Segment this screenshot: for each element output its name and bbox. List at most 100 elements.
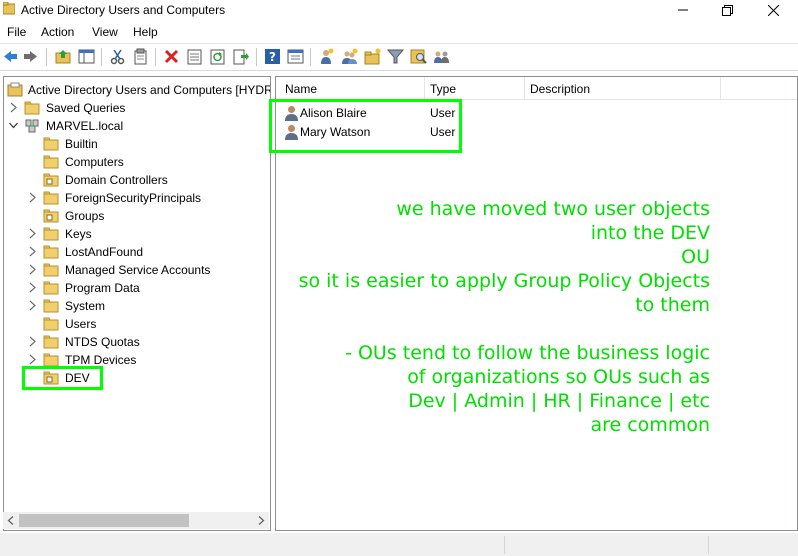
annotation-line: Dev | Admin | HR | Finance | etc [408, 390, 710, 412]
annotation-line: into the DEV [590, 222, 710, 244]
tree-item-foreignsecurityprincipals[interactable]: ForeignSecurityPrincipals [4, 189, 270, 207]
tree-label: LostAndFound [65, 245, 144, 259]
tree-item-domain-controllers[interactable]: Domain Controllers [4, 171, 270, 189]
folder-icon [24, 101, 40, 115]
tree-item-domain[interactable]: MARVEL.local [4, 117, 270, 135]
add-ou-icon[interactable] [364, 48, 381, 65]
users-highlight [269, 99, 462, 153]
column-header-type[interactable]: Type [430, 82, 456, 96]
delete-icon[interactable] [163, 48, 180, 65]
folder-icon [43, 137, 59, 151]
title-bar: Active Directory Users and Computers [0, 0, 798, 20]
tree-label: Keys [65, 227, 92, 241]
domain-icon [25, 119, 39, 133]
menu-bar: File Action View Help [0, 22, 798, 42]
folder-icon [43, 335, 59, 349]
tree-root-label: Active Directory Users and Computers [HY… [28, 83, 271, 97]
annotation-line: OU [681, 246, 710, 268]
chevron-right-icon[interactable] [28, 228, 37, 239]
ou-folder-icon [43, 173, 59, 187]
annotation-line: so it is easier to apply Group Policy Ob… [298, 270, 710, 292]
chevron-right-icon[interactable] [28, 336, 37, 347]
chevron-right-icon[interactable] [28, 264, 37, 275]
folder-icon [43, 299, 59, 313]
tree-item-computers[interactable]: Computers [4, 153, 270, 171]
tree-label: Computers [65, 155, 124, 169]
chevron-right-icon[interactable] [28, 354, 37, 365]
annotation-line: we have moved two user objects [396, 198, 710, 220]
restore-icon [721, 4, 733, 16]
tree-label: ForeignSecurityPrincipals [65, 191, 202, 205]
tree-horizontal-scrollbar[interactable] [3, 512, 269, 529]
scroll-left-icon[interactable] [7, 516, 15, 525]
tree-label: Program Data [65, 281, 140, 295]
svg-text:?: ? [269, 50, 276, 64]
up-folder-icon[interactable] [55, 48, 72, 65]
show-hide-console-tree-icon[interactable] [78, 48, 95, 65]
chevron-down-icon[interactable] [9, 120, 18, 131]
scroll-right-icon[interactable] [257, 516, 265, 525]
menu-help[interactable]: Help [133, 25, 158, 39]
delegate-icon[interactable] [433, 48, 450, 65]
filter-icon[interactable] [387, 48, 404, 65]
tree-item-system[interactable]: System [4, 297, 270, 315]
tree-label: Domain Controllers [65, 173, 168, 187]
tree-item-root[interactable]: Active Directory Users and Computers [HY… [4, 81, 270, 99]
tree-item-keys[interactable]: Keys [4, 225, 270, 243]
help-icon[interactable]: ? [264, 48, 281, 65]
refresh-icon[interactable] [209, 48, 226, 65]
column-header-name[interactable]: Name [285, 82, 317, 96]
scrollbar-thumb[interactable] [19, 514, 189, 527]
add-user-icon[interactable] [318, 48, 335, 65]
list-header: Name Type Description [276, 77, 797, 100]
chevron-right-icon[interactable] [28, 192, 37, 203]
dev-ou-highlight [22, 366, 103, 390]
console-tree[interactable]: Active Directory Users and Computers [HY… [3, 76, 271, 531]
export-list-icon[interactable] [232, 48, 249, 65]
close-icon [767, 4, 779, 16]
ou-folder-icon [43, 209, 59, 223]
aduc-icon [7, 82, 23, 97]
minimize-button[interactable] [660, 0, 706, 20]
annotation-line: to them [635, 294, 710, 316]
tree-label: Saved Queries [46, 101, 126, 115]
tree-item-saved-queries[interactable]: Saved Queries [4, 99, 270, 117]
column-header-description[interactable]: Description [530, 82, 590, 96]
folder-icon [43, 353, 59, 367]
tree-item-program-data[interactable]: Program Data [4, 279, 270, 297]
chevron-right-icon[interactable] [9, 102, 18, 113]
tree-label: Groups [65, 209, 105, 223]
tree-item-managed-service-accounts[interactable]: Managed Service Accounts [4, 261, 270, 279]
tree-item-groups[interactable]: Groups [4, 207, 270, 225]
folder-icon [43, 281, 59, 295]
folder-app-icon [3, 2, 15, 15]
properties-icon[interactable] [186, 48, 203, 65]
view-icon[interactable] [287, 48, 304, 65]
chevron-right-icon[interactable] [28, 282, 37, 293]
annotation-line: are common [590, 414, 710, 436]
tree-item-ntds-quotas[interactable]: NTDS Quotas [4, 333, 270, 351]
tree-label: Managed Service Accounts [65, 263, 211, 277]
tree-item-builtin[interactable]: Builtin [4, 135, 270, 153]
menu-action[interactable]: Action [41, 25, 74, 39]
annotation-line: - OUs tend to follow the business logic [345, 342, 710, 364]
menu-file[interactable]: File [7, 25, 26, 39]
menu-view[interactable]: View [92, 25, 118, 39]
copy-icon[interactable] [132, 48, 149, 65]
maximize-button[interactable] [704, 0, 750, 20]
cut-icon[interactable] [109, 48, 126, 65]
add-group-icon[interactable] [341, 48, 358, 65]
tree-item-lostandfound[interactable]: LostAndFound [4, 243, 270, 261]
tree-item-users[interactable]: Users [4, 315, 270, 333]
folder-icon [43, 191, 59, 205]
find-icon[interactable] [410, 48, 427, 65]
forward-icon[interactable] [22, 48, 39, 65]
folder-icon [43, 263, 59, 277]
close-button[interactable] [750, 0, 796, 20]
back-icon[interactable] [2, 48, 19, 65]
chevron-right-icon[interactable] [28, 300, 37, 311]
tree-label: MARVEL.local [46, 119, 124, 133]
window-title: Active Directory Users and Computers [21, 3, 226, 17]
folder-icon [43, 155, 59, 169]
chevron-right-icon[interactable] [28, 246, 37, 257]
